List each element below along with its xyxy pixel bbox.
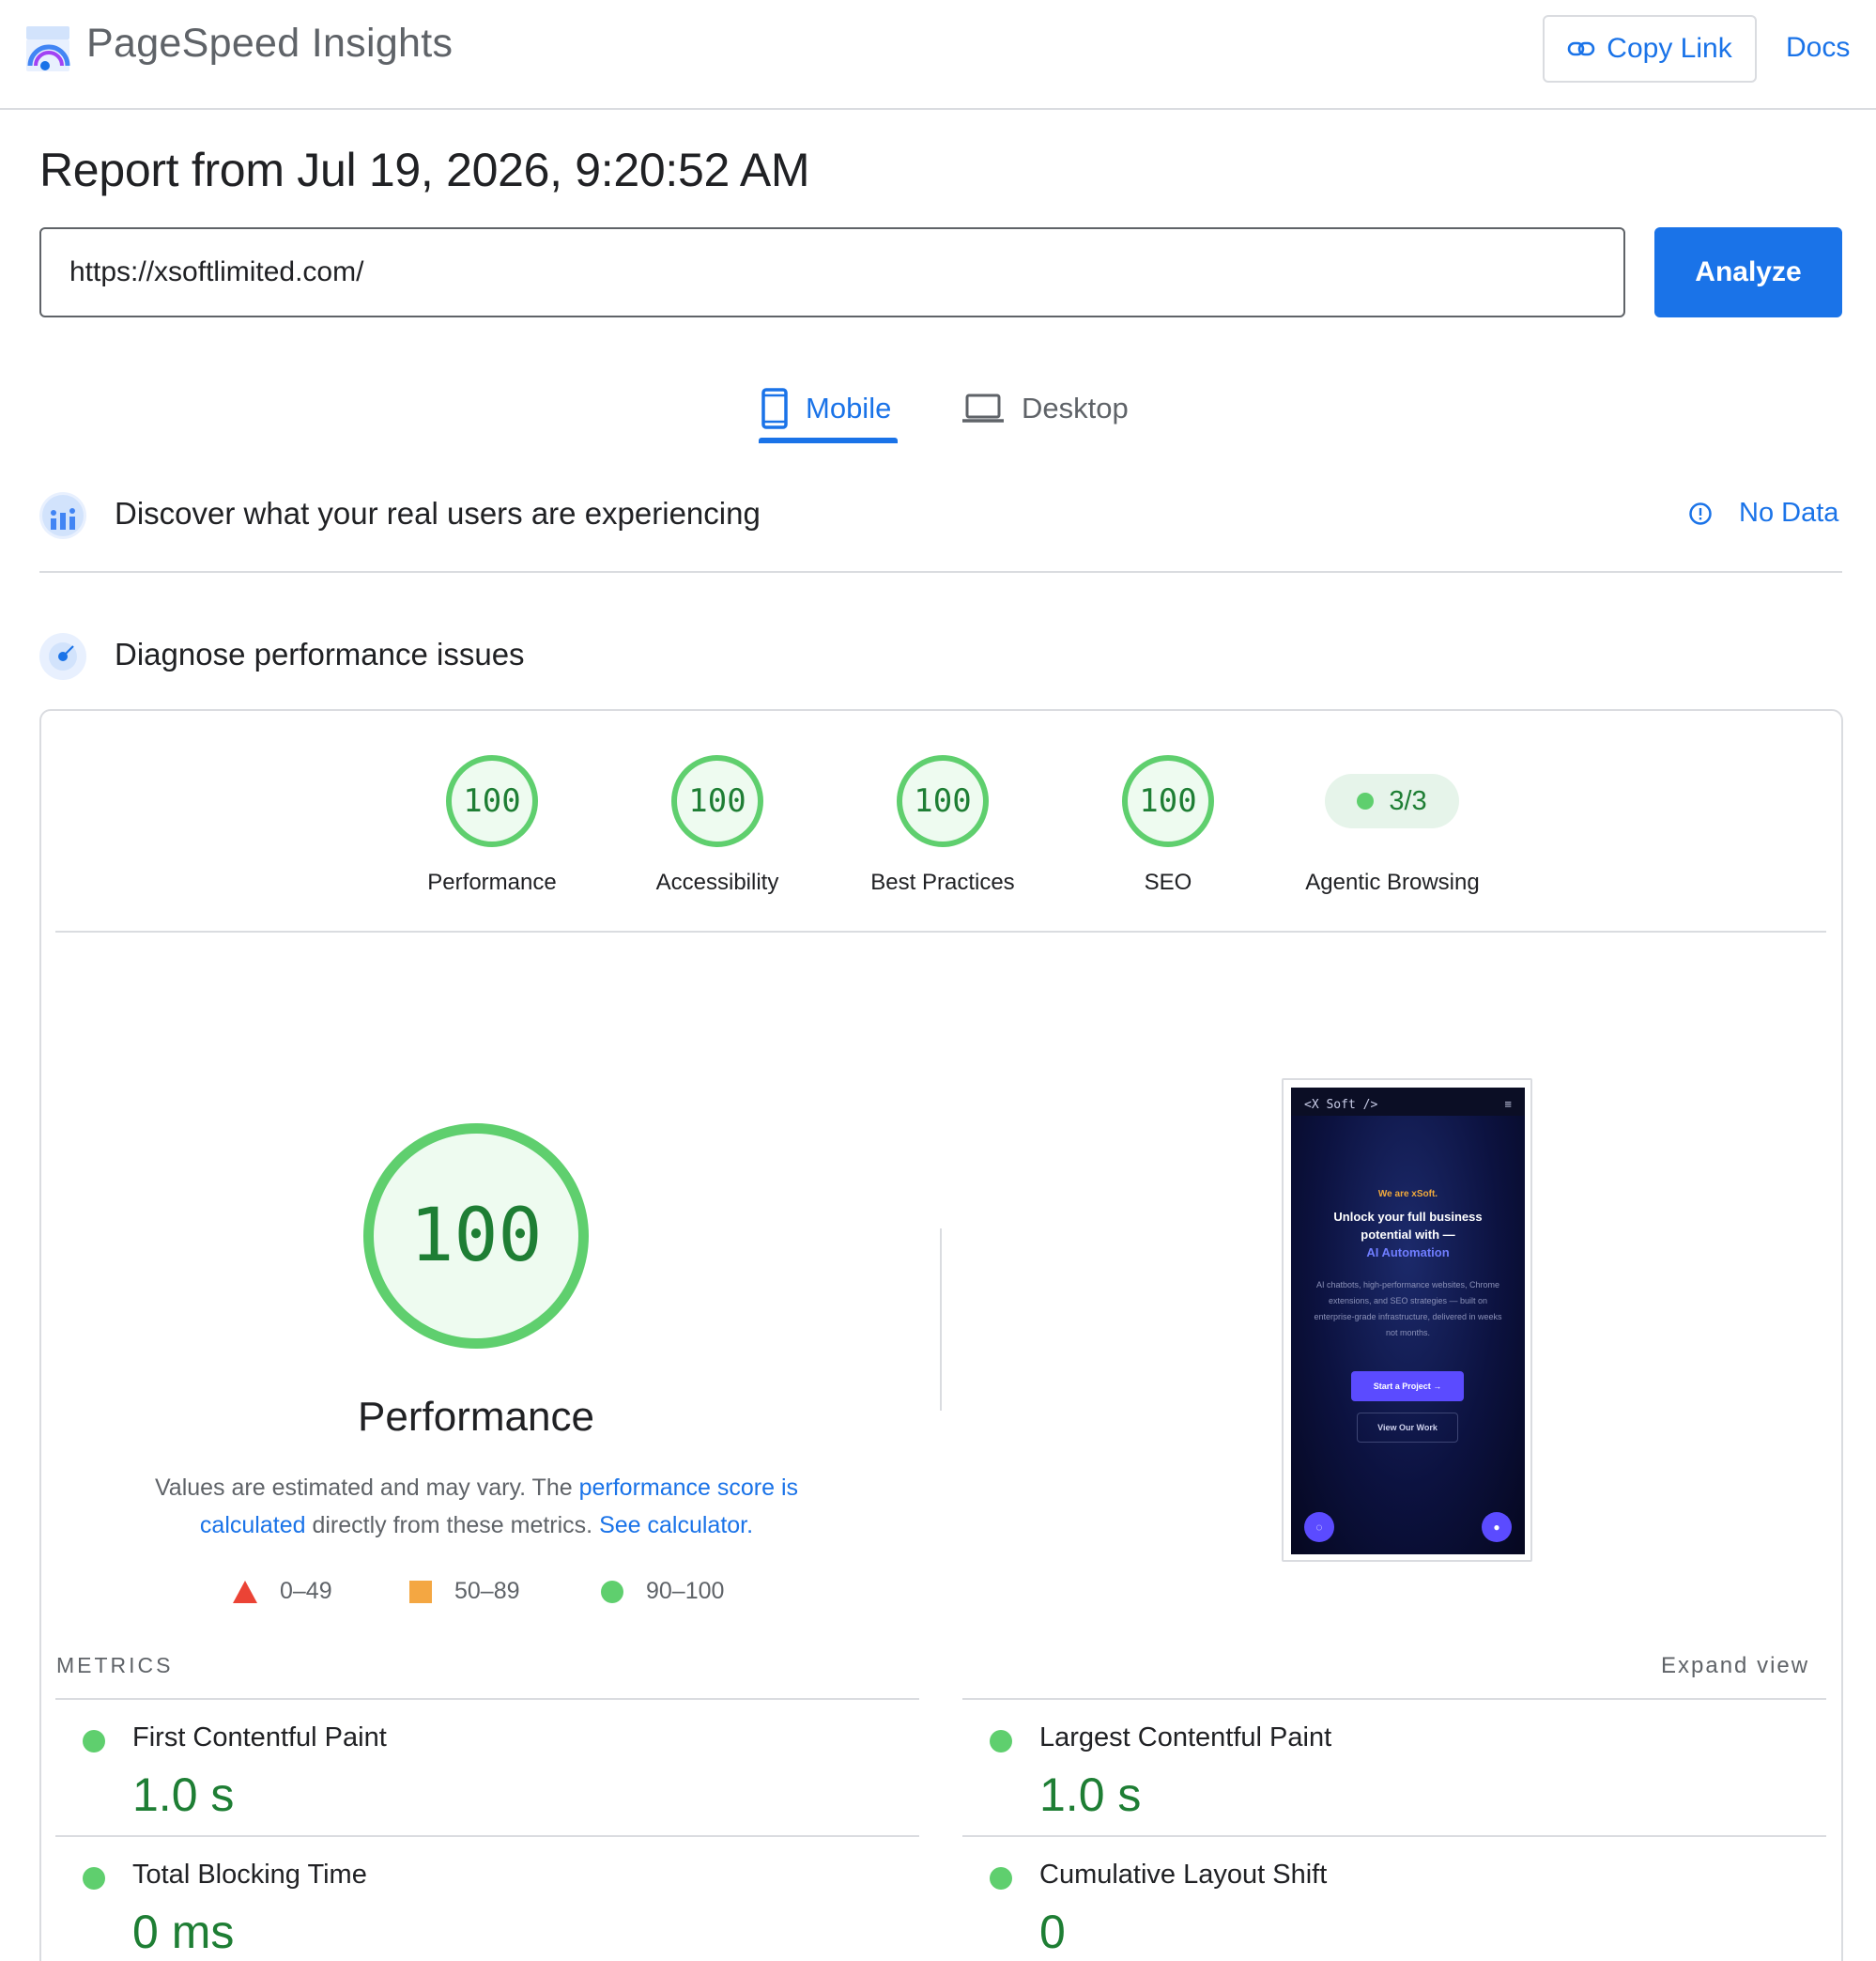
- lab-data-title: Diagnose performance issues: [115, 637, 525, 672]
- analyze-button[interactable]: Analyze: [1654, 227, 1842, 317]
- report-title: Report from Jul 19, 2026, 9:20:52 AM: [39, 144, 810, 196]
- top-bar: PageSpeed Insights Copy Link Docs: [0, 0, 1876, 110]
- no-data-label: No Data: [1739, 498, 1839, 528]
- users-chart-icon: [39, 492, 86, 539]
- see-calculator-link[interactable]: See calculator.: [599, 1512, 753, 1538]
- best-practices-score-label[interactable]: Best Practices: [821, 870, 1065, 896]
- fail-triangle-icon: [233, 1580, 257, 1603]
- pagespeed-logo-icon[interactable]: [24, 24, 73, 73]
- screenshot-cta-primary: Start a Project →: [1351, 1371, 1464, 1401]
- tab-mobile-label: Mobile: [806, 392, 892, 425]
- legend-average: 50–89: [409, 1578, 520, 1605]
- screenshot-logo: <X Soft />: [1304, 1098, 1378, 1112]
- screenshot-eyebrow: We are xSoft.: [1377, 1189, 1438, 1199]
- performance-title: Performance: [358, 1394, 594, 1440]
- url-input[interactable]: https://xsoftlimited.com/: [39, 227, 1625, 317]
- active-tab-indicator: [759, 438, 898, 443]
- final-screenshot-image: <X Soft /> ≡ We are xSoft. Unlock your f…: [1291, 1088, 1525, 1554]
- metrics-divider: [962, 1698, 1826, 1700]
- metric-name: Total Blocking Time: [132, 1860, 367, 1890]
- microphone-icon: ●: [1482, 1512, 1512, 1542]
- screenshot-cta-secondary: View Our Work: [1357, 1413, 1458, 1443]
- legend-fail-range: 0–49: [280, 1578, 332, 1604]
- performance-big-gauge: 100: [363, 1123, 589, 1349]
- best-practices-score-gauge[interactable]: 100: [897, 755, 989, 847]
- info-icon: [1689, 502, 1712, 525]
- app-title: PageSpeed Insights: [86, 21, 454, 66]
- metric-value: 0 ms: [132, 1906, 235, 1958]
- desc-mid: directly from these metrics.: [305, 1512, 600, 1538]
- copy-link-button[interactable]: Copy Link: [1543, 15, 1757, 83]
- screenshot-headline-accent: AI Automation: [1366, 1245, 1450, 1259]
- pass-dot-icon: [990, 1730, 1012, 1753]
- pass-dot-icon: [990, 1867, 1012, 1890]
- pass-dot-icon: [83, 1867, 105, 1890]
- seo-score-label[interactable]: SEO: [1046, 870, 1290, 896]
- accessibility-score-gauge[interactable]: 100: [671, 755, 763, 847]
- hamburger-menu-icon: ≡: [1504, 1097, 1512, 1111]
- metric-value: 0: [1039, 1906, 1066, 1958]
- pass-circle-icon: [601, 1580, 623, 1603]
- pass-dot-icon: [83, 1730, 105, 1753]
- diagnose-target-icon: [39, 633, 86, 680]
- field-data-title: Discover what your real users are experi…: [115, 496, 761, 531]
- expand-view-toggle[interactable]: Expand view: [1661, 1653, 1809, 1679]
- metrics-divider: [55, 1835, 919, 1837]
- performance-score-gauge[interactable]: 100: [446, 755, 538, 847]
- laptop-icon: [962, 394, 1004, 423]
- desc-prefix: Values are estimated and may vary. The: [154, 1475, 579, 1501]
- metrics-heading: METRICS: [56, 1653, 174, 1677]
- legend-fail: 0–49: [233, 1578, 332, 1605]
- legend-pass-range: 90–100: [646, 1578, 725, 1604]
- metrics-divider: [55, 1698, 919, 1700]
- legend-pass: 90–100: [601, 1578, 724, 1605]
- agentic-browsing-label[interactable]: Agentic Browsing: [1270, 870, 1515, 896]
- average-square-icon: [409, 1580, 432, 1603]
- tab-desktop[interactable]: Desktop: [961, 376, 1129, 441]
- agentic-browsing-badge[interactable]: 3/3: [1325, 774, 1459, 828]
- section-divider: [39, 571, 1842, 573]
- seo-score-gauge[interactable]: 100: [1122, 755, 1214, 847]
- screenshot-body: AI chatbots, high-performance websites, …: [1314, 1280, 1502, 1337]
- vertical-separator: [940, 1228, 942, 1411]
- metric-value: 1.0 s: [132, 1768, 235, 1821]
- performance-score-label[interactable]: Performance: [370, 870, 614, 896]
- metric-name: Largest Contentful Paint: [1039, 1722, 1332, 1753]
- mobile-phone-icon: [761, 388, 788, 429]
- performance-description: Values are estimated and may vary. The p…: [122, 1469, 831, 1544]
- screenshot-headline: Unlock your full business potential with…: [1333, 1210, 1483, 1242]
- metrics-divider: [962, 1835, 1826, 1837]
- no-data-indicator[interactable]: No Data: [1688, 498, 1838, 529]
- legend-average-range: 50–89: [454, 1578, 520, 1604]
- agentic-browsing-value: 3/3: [1389, 785, 1427, 816]
- metric-value: 1.0 s: [1039, 1768, 1142, 1821]
- copy-link-label: Copy Link: [1607, 33, 1732, 64]
- pass-dot-icon: [1357, 793, 1375, 810]
- tab-desktop-label: Desktop: [1022, 392, 1129, 425]
- accessibility-score-label[interactable]: Accessibility: [595, 870, 839, 896]
- link-icon: [1567, 41, 1595, 56]
- docs-link[interactable]: Docs: [1786, 32, 1850, 64]
- scores-divider: [55, 931, 1826, 933]
- chat-bubble-icon: ◌: [1304, 1512, 1334, 1542]
- metric-name: Cumulative Layout Shift: [1039, 1860, 1328, 1890]
- metric-name: First Contentful Paint: [132, 1722, 387, 1753]
- tab-mobile[interactable]: Mobile: [761, 376, 891, 441]
- final-screenshot: <X Soft /> ≡ We are xSoft. Unlock your f…: [1282, 1078, 1532, 1562]
